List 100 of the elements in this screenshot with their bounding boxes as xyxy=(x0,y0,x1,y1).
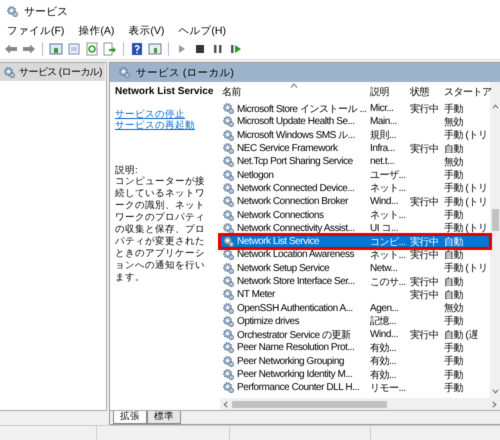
service-row[interactable]: NEC Service Framework Infra... 実行中 自動 xyxy=(220,142,490,156)
menu-item[interactable]: ヘルプ(H) xyxy=(178,24,226,38)
help-icon[interactable] xyxy=(130,42,144,56)
startup-type: 無効 xyxy=(444,303,464,314)
view-tab[interactable]: 標準 xyxy=(147,411,181,424)
service-name: Microsoft Store インストール ... xyxy=(237,102,366,116)
startup-type: 手動 (トリ xyxy=(444,223,488,234)
service-row[interactable]: Microsoft Update Health Se... Main... 無効 xyxy=(220,115,490,129)
service-name: Peer Name Resolution Prot... xyxy=(237,342,354,354)
service-description: Main... xyxy=(370,116,397,128)
startup-type: 無効 xyxy=(444,116,464,128)
service-row[interactable]: OpenSSH Authentication A... Agen... 無効 xyxy=(220,301,490,315)
service-row[interactable]: Network Setup Service Netw... 手動 (トリ xyxy=(220,262,490,275)
service-icon xyxy=(222,328,235,342)
service-row[interactable]: Network Connected Device... ネット... 手動 (トリ xyxy=(220,182,490,196)
service-icon xyxy=(222,288,235,302)
service-name: Network Connectivity Assist... xyxy=(237,222,355,234)
view-tab[interactable]: 拡張 xyxy=(113,411,147,424)
service-status: 実行中 xyxy=(410,144,439,155)
column-header[interactable]: 説明 xyxy=(368,82,408,102)
service-row[interactable]: Network Location Awareness ネット... 実行中 自動 xyxy=(220,248,490,262)
service-row[interactable]: Peer Networking Identity M... 有効... 手動 xyxy=(220,368,490,382)
service-row[interactable]: Microsoft Windows SMS ル... 規則... 手動 (トリ xyxy=(220,128,490,142)
service-name: Microsoft Windows SMS ル... xyxy=(237,129,355,142)
service-icon xyxy=(222,128,235,142)
service-row[interactable]: Performance Counter DLL H... リモー... 手動 xyxy=(220,381,490,395)
service-icon xyxy=(222,155,235,168)
properties-icon[interactable] xyxy=(67,42,81,56)
service-row[interactable]: Optimize drives 記憶... 手動 xyxy=(220,314,490,328)
scroll-right-icon[interactable] xyxy=(492,400,497,408)
export-icon[interactable] xyxy=(103,42,117,56)
forward-arrow-icon[interactable] xyxy=(22,42,36,56)
restart-icon[interactable] xyxy=(229,42,243,56)
service-row[interactable]: Peer Name Resolution Prot... 有効... 手動 xyxy=(220,341,490,355)
scroll-thumb[interactable] xyxy=(492,209,498,231)
scroll-up-icon[interactable] xyxy=(492,104,498,109)
startup-type: 自動 xyxy=(444,144,464,155)
service-status: 実行中 xyxy=(410,104,439,115)
service-icon xyxy=(222,168,235,182)
view-icon[interactable] xyxy=(148,42,162,56)
service-link[interactable]: サービスの再起動 xyxy=(115,120,195,131)
service-row[interactable]: Microsoft Store インストール ... Micr... 実行中 手動 xyxy=(220,102,490,116)
service-name: Network Setup Service xyxy=(237,262,330,274)
service-description: リモー... xyxy=(370,382,406,394)
horizontal-scrollbar[interactable] xyxy=(220,398,500,410)
service-icon xyxy=(222,195,235,208)
service-icon xyxy=(222,314,235,328)
service-name: Network Connections xyxy=(237,210,324,221)
startup-type: 自動 xyxy=(444,276,464,288)
scroll-left-icon[interactable] xyxy=(223,400,228,408)
startup-type: 無効 xyxy=(444,156,464,168)
service-name: Net.Tcp Port Sharing Service xyxy=(237,156,353,168)
service-row[interactable]: Network List Service コンピ... 実行中 自動 xyxy=(220,234,490,248)
service-row[interactable]: Net.Tcp Port Sharing Service net.t... 無効 xyxy=(220,155,490,168)
service-icon xyxy=(222,208,235,222)
service-icon xyxy=(222,248,235,262)
service-name: Network Connection Broker xyxy=(237,196,348,208)
startup-type: 手動 (トリ xyxy=(444,196,488,208)
tree-item[interactable]: サービス (ローカル) xyxy=(0,63,105,81)
service-name: NEC Service Framework xyxy=(237,143,338,154)
service-description: 有効... xyxy=(370,356,396,368)
service-description: ユーザ... xyxy=(370,170,406,182)
startup-type: 手動 xyxy=(444,170,464,182)
service-row[interactable]: Peer Networking Grouping 有効... 手動 xyxy=(220,354,490,368)
service-icon xyxy=(222,354,235,368)
service-row[interactable]: Network Connections ネット... 手動 xyxy=(220,208,490,222)
service-link[interactable]: サービスの停止 xyxy=(115,109,185,120)
service-icon xyxy=(222,302,235,315)
service-name: Performance Counter DLL H... xyxy=(237,382,360,394)
service-row[interactable]: Network Connection Broker Wind... 実行中 手動 (トリ xyxy=(220,195,490,208)
service-row[interactable]: Netlogon ユーザ... 手動 xyxy=(220,168,490,182)
panel-title: サービス (ローカル) xyxy=(136,66,234,80)
vertical-scrollbar[interactable] xyxy=(490,82,500,398)
menu-item[interactable]: 操作(A) xyxy=(78,24,114,38)
startup-type: 自動 xyxy=(444,250,464,261)
service-description: 記憶... xyxy=(370,316,396,328)
service-status: 実行中 xyxy=(410,236,439,248)
service-icon xyxy=(222,341,235,354)
service-row[interactable]: NT Meter 実行中 自動 xyxy=(220,288,490,302)
stop-icon[interactable] xyxy=(193,42,207,56)
service-description: UI コ... xyxy=(370,223,398,234)
menu-item[interactable]: ファイル(F) xyxy=(7,24,64,38)
service-icon xyxy=(222,275,235,288)
column-header[interactable]: 名前 xyxy=(220,82,368,102)
console-tree-icon[interactable] xyxy=(49,42,63,56)
gear-icon xyxy=(118,66,131,79)
scroll-down-icon[interactable] xyxy=(492,389,498,394)
column-header[interactable]: 状態 xyxy=(408,82,442,102)
column-header[interactable]: スタートア xyxy=(442,82,500,102)
service-description: net.t... xyxy=(370,156,394,168)
back-arrow-icon[interactable] xyxy=(4,42,18,56)
menu-item[interactable]: 表示(V) xyxy=(128,24,164,38)
service-row[interactable]: Network Store Interface Ser... このサ... 実行中 自動 xyxy=(220,274,490,288)
service-description: Wind... xyxy=(370,329,398,340)
service-status: 実行中 xyxy=(410,276,439,288)
refresh-icon[interactable] xyxy=(85,42,99,56)
service-description: 有効... xyxy=(370,343,396,354)
service-description: 有効... xyxy=(370,370,396,381)
service-row[interactable]: Orchestrator Service の更新 Wind... 実行中 自動 (遅 xyxy=(220,328,490,342)
service-name: Peer Networking Grouping xyxy=(237,356,344,367)
